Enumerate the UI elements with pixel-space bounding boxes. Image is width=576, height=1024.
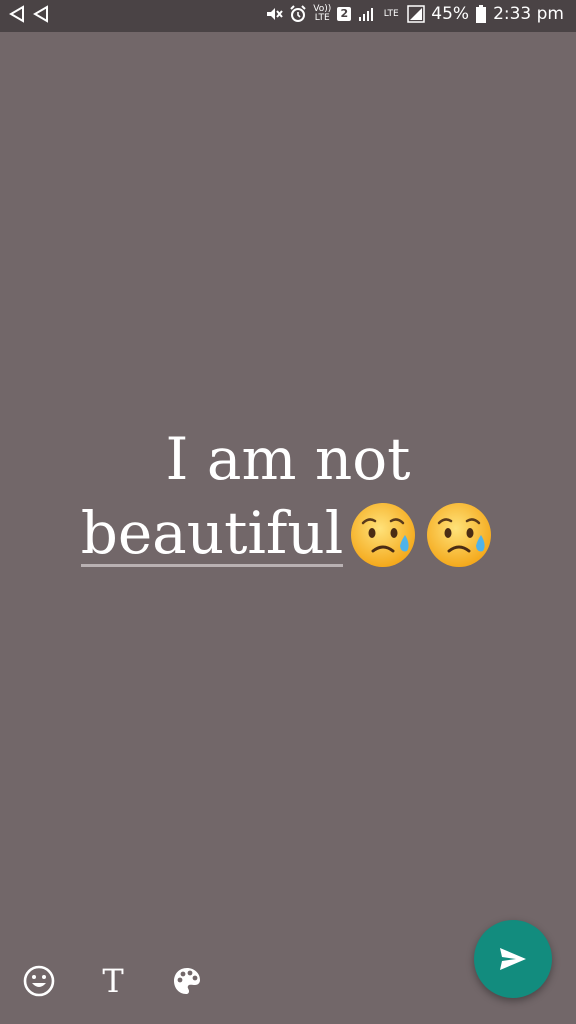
- alarm-icon: [290, 5, 306, 22]
- text-tool-icon: T: [102, 962, 124, 1000]
- emoji-icon: [23, 965, 55, 997]
- bottom-toolbar: T: [18, 960, 208, 1002]
- emoji-button[interactable]: [18, 960, 60, 1002]
- palette-icon: [174, 968, 200, 994]
- back-arrow-icon: [33, 5, 48, 23]
- story-text[interactable]: I am not beautiful: [0, 422, 576, 571]
- back-arrow-icon: [9, 5, 24, 23]
- send-button[interactable]: [474, 920, 552, 998]
- text-tool-button[interactable]: T: [92, 960, 134, 1002]
- signal-icon: [407, 5, 426, 23]
- status-bar: Vo)) LTE 2 LTE 45% 2:33 pm: [0, 0, 576, 32]
- story-line-1: I am not: [165, 425, 411, 493]
- battery-icon: [476, 5, 487, 23]
- send-icon: [500, 948, 526, 970]
- clock-time: 2:33 pm: [493, 4, 564, 24]
- color-palette-button[interactable]: [166, 960, 208, 1002]
- battery-percent: 45%: [431, 4, 470, 24]
- volte-icon: Vo)) LTE: [313, 4, 332, 23]
- status-left: [8, 5, 50, 23]
- sim-2-icon: 2: [337, 7, 352, 21]
- mute-icon: [267, 8, 284, 20]
- story-word-beautiful: beautiful: [80, 499, 344, 567]
- sad-sweat-emoji-icon: [351, 502, 416, 567]
- status-right: Vo)) LTE 2 LTE 45% 2:33 pm: [265, 4, 564, 24]
- signal-icon: [359, 8, 374, 21]
- story-canvas[interactable]: I am not beautiful T: [0, 32, 576, 1024]
- lte-icon: LTE: [383, 8, 399, 19]
- story-line-2: beautiful: [80, 499, 496, 571]
- sad-sweat-emoji-icon: [427, 502, 492, 567]
